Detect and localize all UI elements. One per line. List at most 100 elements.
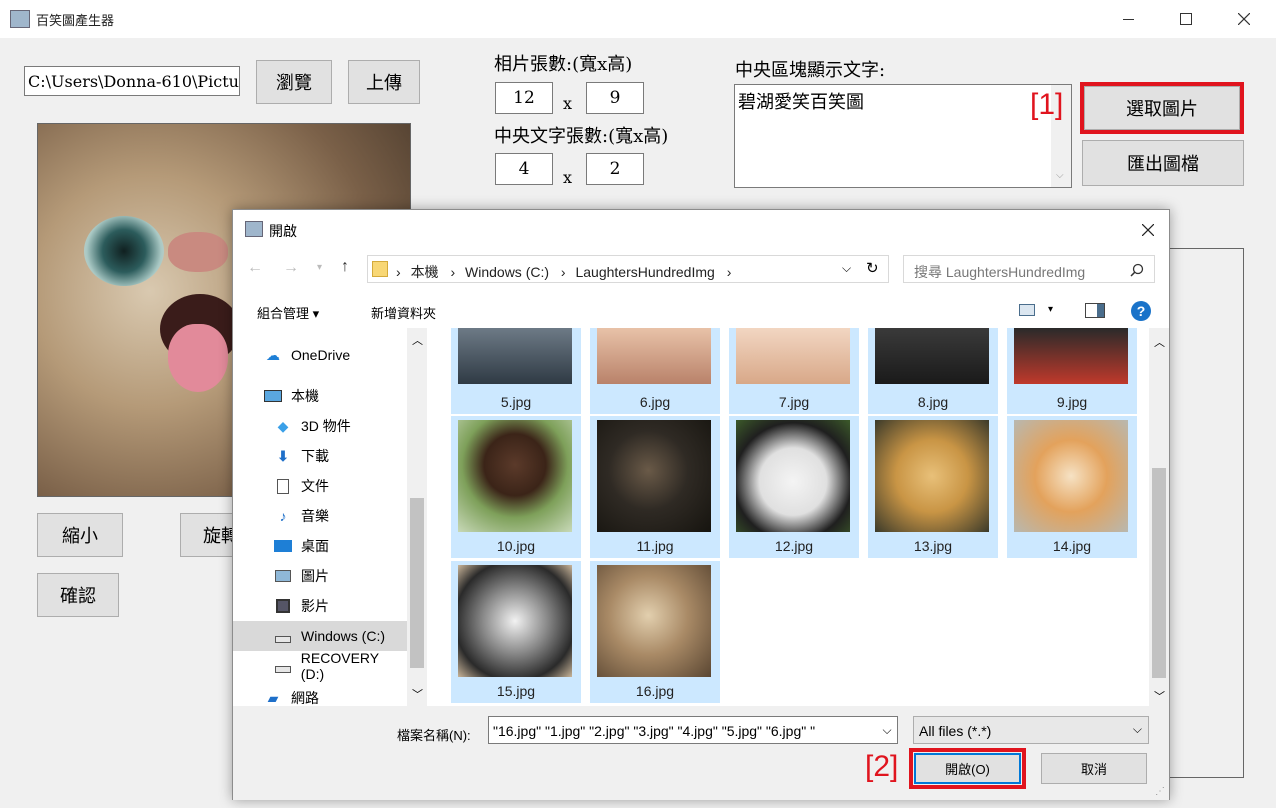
preview-pane-icon[interactable] [1085,303,1105,318]
sidebar-item-3d-objects[interactable]: ◆ 3D 物件 [233,411,405,441]
file-item[interactable]: 10.jpg [451,416,581,558]
file-item[interactable]: 6.jpg [590,328,720,414]
file-name: 13.jpg [913,538,953,554]
file-item[interactable]: 11.jpg [590,416,720,558]
forward-icon[interactable]: → [283,259,299,277]
close-button[interactable] [1226,4,1262,34]
file-thumbnail [597,420,711,532]
sidebar-item-windows-c[interactable]: Windows (C:) [233,621,427,651]
dialog-close-button[interactable] [1133,218,1163,242]
file-grid: 5.jpg 6.jpg 7.jpg 8.jpg 9.jpg 10.jpg 11.… [447,328,1147,706]
sidebar-item-network[interactable]: ▰ 網路 [233,683,405,707]
search-input[interactable]: 搜尋 LaughtersHundredImg [903,255,1155,283]
scroll-thumb[interactable] [1152,468,1166,678]
sidebar-item-recovery-d[interactable]: RECOVERY (D:) [233,650,405,682]
confirm-button[interactable]: 確認 [37,573,119,617]
photo-width-input[interactable]: 12 [495,82,553,114]
center-text-area[interactable]: 碧湖愛笑百笑圖 ⌵ [734,84,1072,188]
center-height-input[interactable]: 2 [586,153,644,185]
scroll-up-icon: ︿ [1154,337,1165,349]
file-thumbnail [1014,420,1128,532]
organize-menu[interactable]: 組合管理 ▾ [257,303,319,322]
file-thumbnail [1014,328,1128,384]
file-name: 7.jpg [778,394,810,410]
file-item[interactable]: 15.jpg [451,561,581,703]
sidebar-item-videos[interactable]: 影片 [233,591,405,621]
file-item[interactable]: 8.jpg [868,328,998,414]
new-folder-button[interactable]: 新增資料夾 [371,303,436,322]
browse-button[interactable]: 瀏覽 [256,60,332,104]
up-icon[interactable]: ↑ [341,258,349,276]
path-input[interactable]: C:\Users\Donna-610\Pictur [24,66,240,96]
sidebar-item-desktop[interactable]: 桌面 [233,531,405,561]
recent-dropdown-icon[interactable]: ▾ [317,262,322,273]
breadcrumb-item[interactable]: Windows (C:) [465,264,549,280]
filetype-value: All files (*.*) [919,723,992,739]
center-text-value: 碧湖愛笑百笑圖 [738,92,864,113]
file-item[interactable]: 13.jpg [868,416,998,558]
sidebar-item-pictures[interactable]: 圖片 [233,561,405,591]
file-item[interactable]: 16.jpg [590,561,720,703]
file-thumbnail [875,420,989,532]
sidebar-item-label: 3D 物件 [301,418,351,434]
sidebar-item-label: 網路 [291,690,319,706]
refresh-icon[interactable]: ↻ [866,259,879,277]
cancel-button[interactable]: 取消 [1041,753,1147,784]
filename-input[interactable]: "16.jpg" "1.jpg" "2.jpg" "3.jpg" "4.jpg"… [488,716,898,744]
file-thumbnail [458,328,572,384]
address-dropdown-icon[interactable]: ⌵ [842,261,851,276]
breadcrumb-item[interactable]: 本機 [411,264,439,280]
sidebar-item-downloads[interactable]: ⬇ 下載 [233,441,405,471]
resize-grip-icon[interactable]: ⋰ [1155,786,1165,797]
dialog-icon [245,221,263,237]
music-icon: ♪ [279,508,287,524]
minimize-button[interactable] [1110,4,1146,34]
upload-button[interactable]: 上傳 [348,60,420,104]
filename-value: "16.jpg" "1.jpg" "2.jpg" "3.jpg" "4.jpg"… [493,723,816,739]
folder-icon [372,261,388,277]
sidebar-scrollbar[interactable]: ︿ ﹀ [407,328,427,706]
file-grid-scrollbar[interactable]: ︿ ﹀ [1149,328,1169,706]
photo-count-label: 相片張數:(寬x高) [494,54,633,75]
file-name: 9.jpg [1056,394,1088,410]
center-width-input[interactable]: 4 [495,153,553,185]
sidebar-item-label: 下載 [301,448,329,464]
minimize-icon [1122,18,1134,20]
cube-icon: ◆ [277,417,289,434]
cat-tongue [168,324,228,392]
file-item[interactable]: 9.jpg [1007,328,1137,414]
file-name: 16.jpg [635,683,675,699]
back-icon[interactable]: ← [247,259,263,277]
title-bar: 百笑圖產生器 [0,0,1276,38]
maximize-button[interactable] [1168,4,1204,34]
desktop-icon [273,538,293,554]
view-options-icon[interactable] [1019,304,1035,316]
sidebar-item-music[interactable]: ♪ 音樂 [233,501,405,531]
annotation-box-2 [909,748,1026,789]
file-item[interactable]: 14.jpg [1007,416,1137,558]
breadcrumb-item[interactable]: LaughtersHundredImg [575,264,714,280]
file-item[interactable]: 7.jpg [729,328,859,414]
annotation-2: [2] [865,750,899,783]
scroll-thumb[interactable] [410,498,424,668]
export-button[interactable]: 匯出圖檔 [1082,140,1244,186]
sidebar-item-documents[interactable]: 文件 [233,471,405,501]
file-item[interactable]: 12.jpg [729,416,859,558]
help-icon[interactable]: ? [1131,301,1151,321]
sidebar-item-onedrive[interactable]: ☁ OneDrive [233,340,405,370]
file-name: 10.jpg [496,538,536,554]
breadcrumb-sep-icon: › [396,264,401,280]
breadcrumb-sep-icon: › [726,264,732,280]
video-icon [273,598,293,614]
view-dropdown-icon[interactable]: ▾ [1048,304,1053,315]
sidebar-item-this-pc[interactable]: 本機 [233,381,405,411]
address-bar[interactable]: › 本機 › Windows (C:) › LaughtersHundredIm… [367,255,889,283]
filename-dropdown-icon[interactable]: ⌵ [877,717,897,743]
center-text-label: 中央區塊顯示文字: [735,60,886,81]
shrink-button[interactable]: 縮小 [37,513,123,557]
photo-height-input[interactable]: 9 [586,82,644,114]
filetype-select[interactable]: All files (*.*) ⌵ [913,716,1149,744]
computer-icon [263,388,283,404]
file-item[interactable]: 5.jpg [451,328,581,414]
dialog-title: 開啟 [269,223,297,239]
